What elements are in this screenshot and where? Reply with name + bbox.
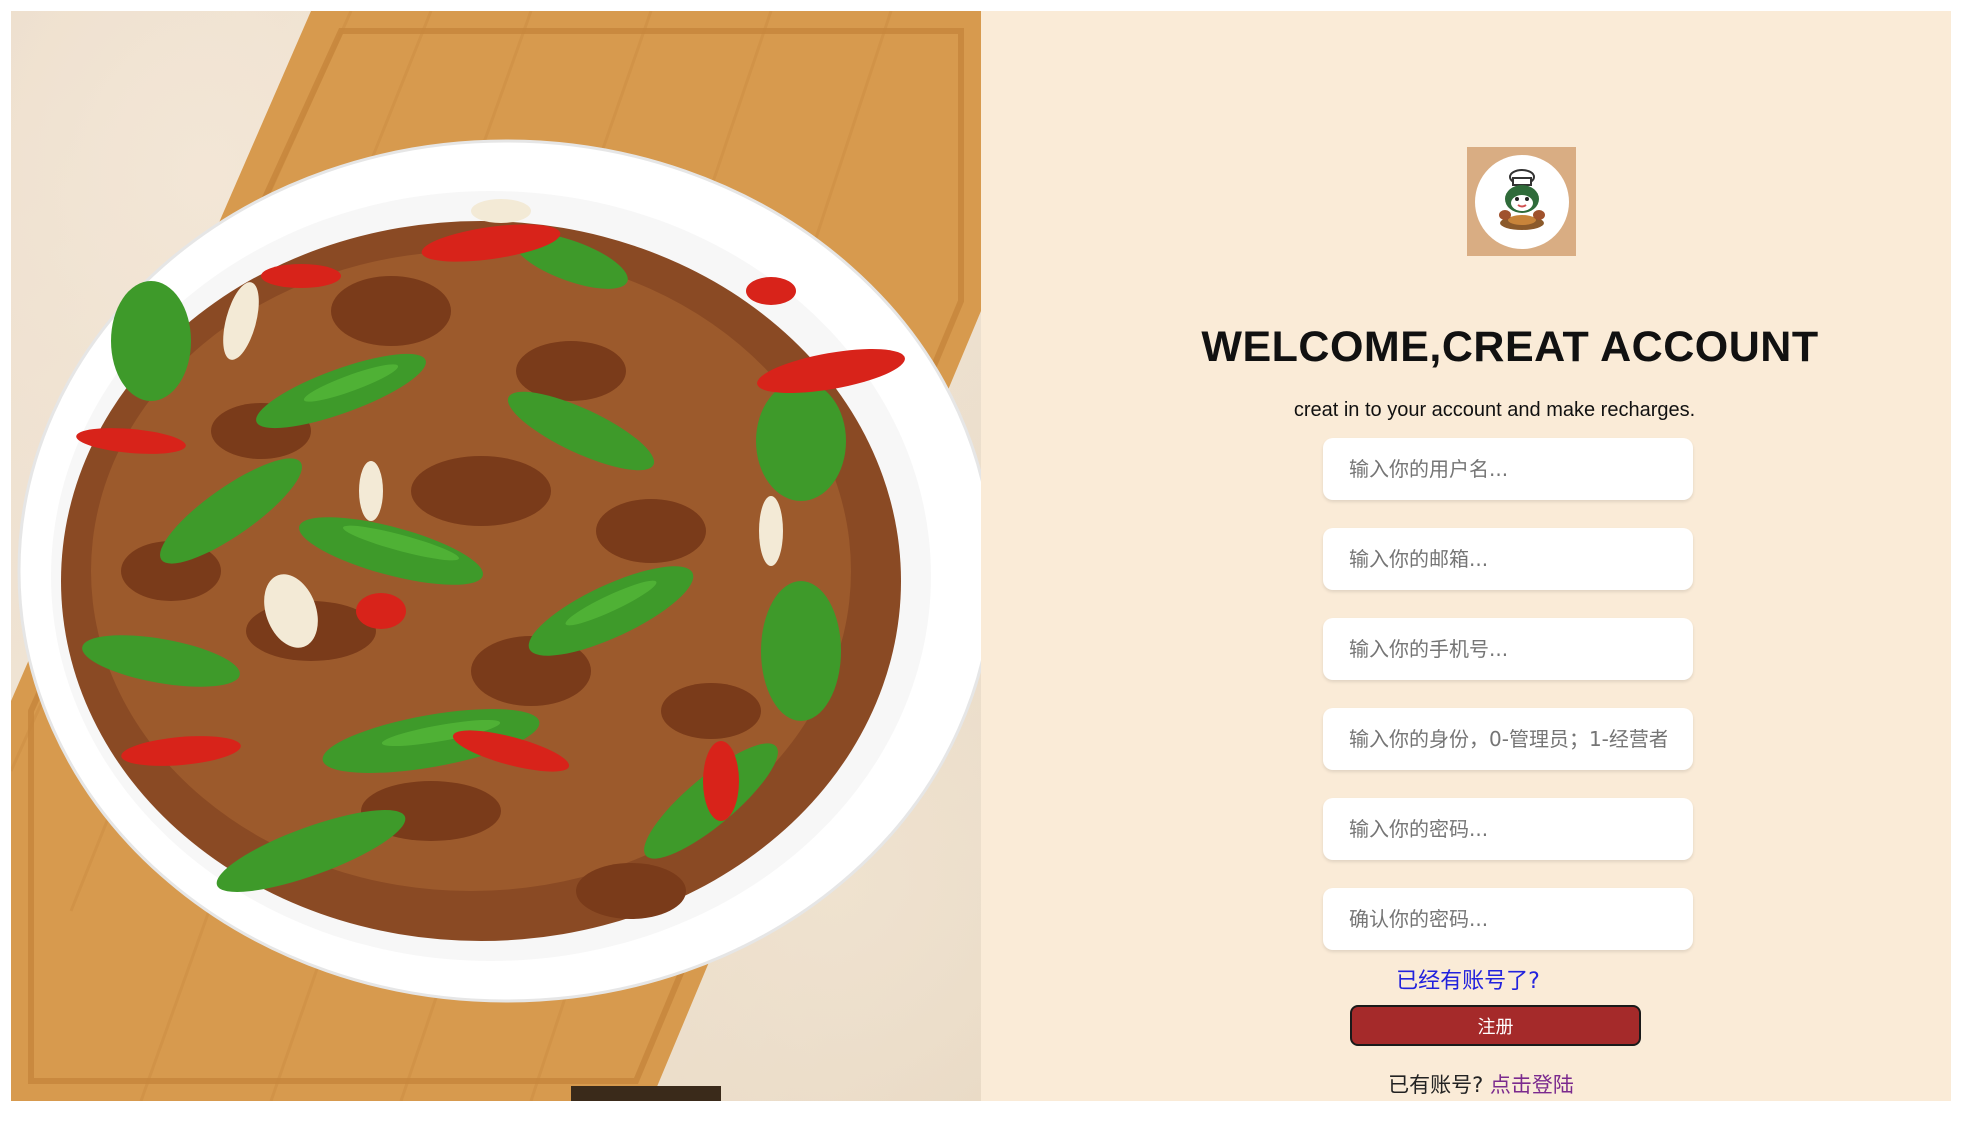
food-photo bbox=[11, 11, 981, 1101]
page: WELCOME,CREAT ACCOUNT creat in to your a… bbox=[11, 11, 1951, 1101]
logo bbox=[1467, 147, 1576, 256]
register-panel: WELCOME,CREAT ACCOUNT creat in to your a… bbox=[981, 11, 1951, 1101]
login-prompt-text: 已有账号? bbox=[1388, 1073, 1484, 1097]
food-photo-illustration bbox=[11, 11, 981, 1101]
register-button[interactable]: 注册 bbox=[1350, 1005, 1641, 1046]
password-input[interactable] bbox=[1323, 798, 1693, 860]
page-subtitle: creat in to your account and make rechar… bbox=[1293, 399, 1696, 421]
confirm-password-input[interactable] bbox=[1323, 888, 1693, 950]
cat-chef-logo-icon bbox=[1474, 154, 1569, 249]
login-prompt: 已有账号? 点击登陆 bbox=[981, 1069, 1951, 1099]
username-input[interactable] bbox=[1323, 438, 1693, 500]
email-input[interactable] bbox=[1323, 528, 1693, 590]
login-link[interactable]: 点击登陆 bbox=[1490, 1073, 1574, 1097]
phone-input[interactable] bbox=[1323, 618, 1693, 680]
have-account-link[interactable]: 已经有账号了? bbox=[981, 963, 1951, 995]
page-title: WELCOME,CREAT ACCOUNT bbox=[1201, 323, 1819, 371]
chopstick bbox=[571, 1086, 721, 1101]
role-input[interactable] bbox=[1323, 708, 1693, 770]
